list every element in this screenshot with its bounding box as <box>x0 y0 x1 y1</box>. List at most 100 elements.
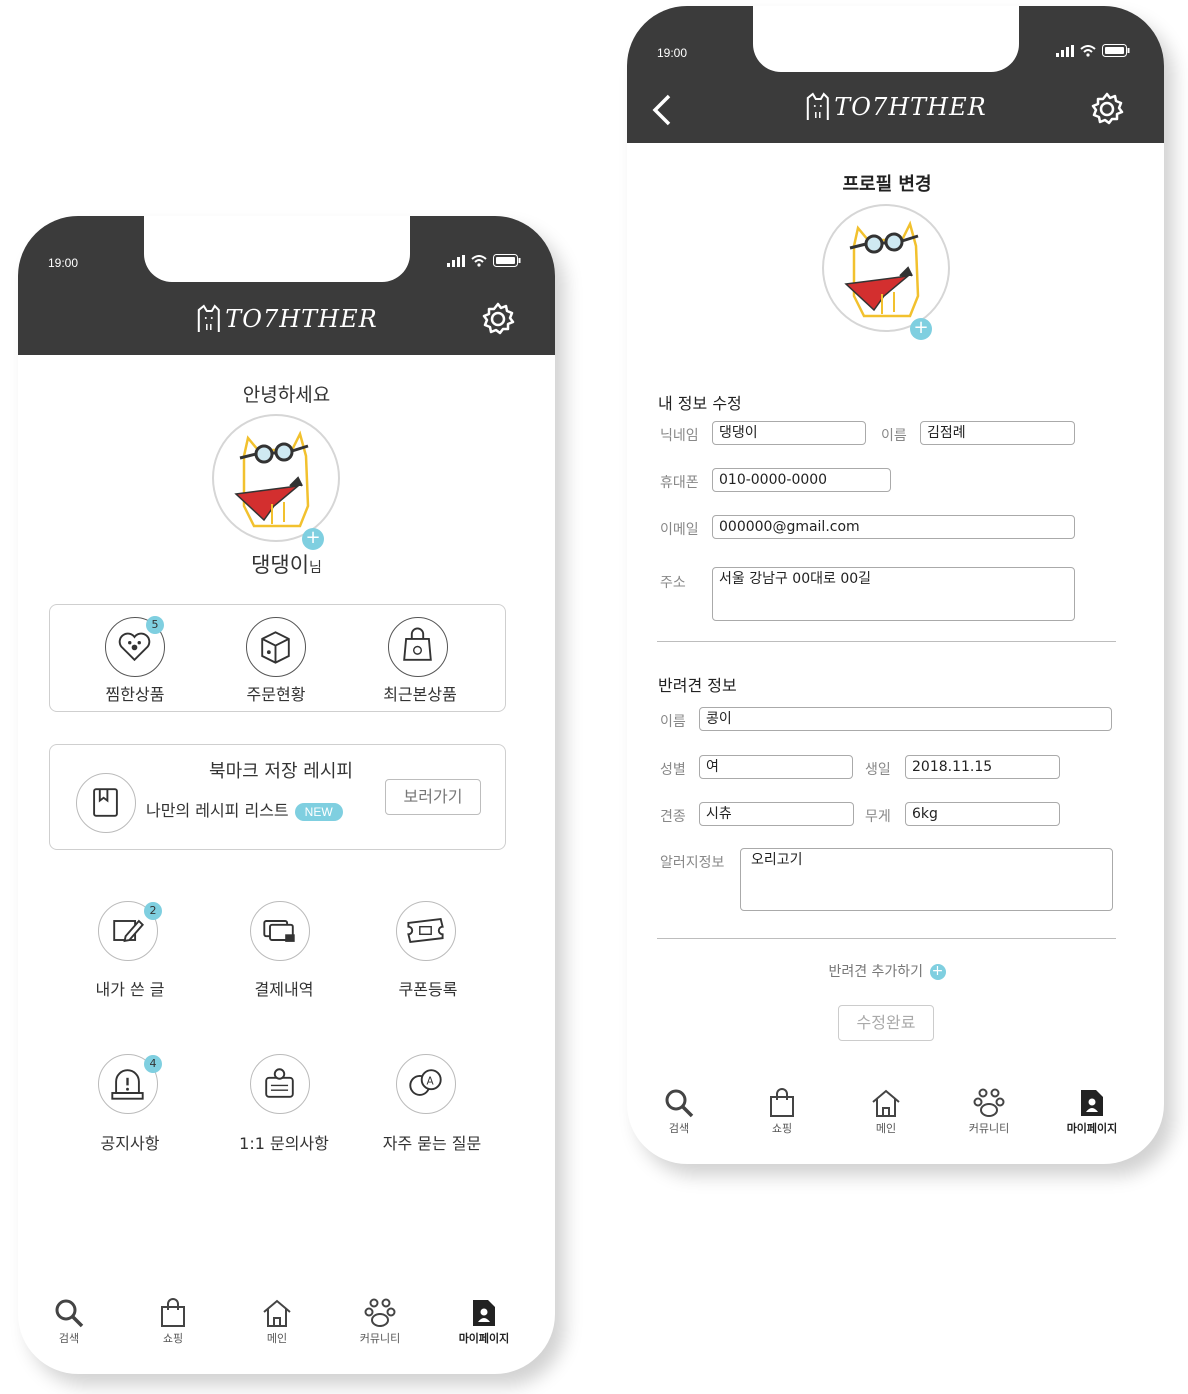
menu-label-faq: 자주 묻는 질문 <box>382 1134 482 1153</box>
logo-text: TO7HTHER <box>834 93 987 121</box>
gear-icon[interactable] <box>481 302 515 336</box>
profile-edit-screen: 19:00 TO7HTHER 프로필 변경 + 내 정보 수정 닉네임 댕댕이 … <box>627 6 1164 1164</box>
home-icon <box>872 1089 900 1117</box>
paw-icon <box>364 1298 396 1327</box>
section-divider <box>657 938 1116 939</box>
pet-name-field[interactable]: 콩이 <box>699 707 1112 731</box>
address-field[interactable]: 서울 강남구 00대로 00길 <box>712 567 1075 621</box>
pet-name-label: 이름 <box>660 714 686 730</box>
name-label: 이름 <box>881 428 907 444</box>
view-recipes-button[interactable]: 보러가기 <box>385 779 481 815</box>
tab-label-mypage: 마이페이지 <box>458 1332 510 1345</box>
birthday-label: 생일 <box>865 762 891 778</box>
tab-mypage[interactable]: 마이페이지 <box>1052 1088 1132 1136</box>
shopping-bag-icon <box>388 617 448 677</box>
avatar[interactable]: + <box>212 414 340 550</box>
profile-icon <box>473 1300 495 1326</box>
back-arrow-icon[interactable] <box>649 92 673 128</box>
my-info-section-title: 내 정보 수정 <box>658 394 742 413</box>
tab-label-search: 검색 <box>58 1332 80 1345</box>
signal-icon <box>1056 44 1074 57</box>
add-photo-icon[interactable]: + <box>910 318 932 340</box>
bookmark-subtitle-row: 나만의 레시피 리스트 NEW <box>146 797 343 821</box>
shopping-bag-icon <box>161 1298 185 1327</box>
notch <box>144 216 410 282</box>
quick-label-recent: 최근본상품 <box>383 685 457 704</box>
tab-label-shopping: 쇼핑 <box>771 1122 793 1135</box>
tab-community[interactable]: 커뮤니티 <box>949 1088 1029 1136</box>
app-logo[interactable]: TO7HTHER <box>804 92 986 122</box>
greeting: 안녕하세요 <box>242 384 331 406</box>
signal-icon <box>447 254 465 267</box>
tab-shopping[interactable]: 쇼핑 <box>742 1088 822 1136</box>
weight-field[interactable]: 6kg <box>905 802 1060 826</box>
wifi-icon <box>471 254 487 267</box>
tab-search[interactable]: 검색 <box>29 1298 109 1346</box>
dog-logo-icon <box>806 92 829 120</box>
nickname-suffix: 님 <box>309 560 322 576</box>
quick-label-wishlist: 찜한상품 <box>105 685 165 704</box>
app-logo[interactable]: TO7HTHER <box>195 304 377 334</box>
breed-label: 견종 <box>660 809 686 825</box>
quick-menu-card: 5 찜한상품 주문현황 최근본상품 <box>49 604 506 712</box>
birthday-field[interactable]: 2018.11.15 <box>905 755 1060 779</box>
name-field[interactable]: 김점례 <box>920 421 1075 445</box>
tab-label-mypage: 마이페이지 <box>1066 1122 1118 1135</box>
nickname-field[interactable]: 댕댕이 <box>712 421 866 445</box>
nickname-label: 닉네임 <box>660 428 699 444</box>
dog-avatar-illustration <box>844 220 920 318</box>
wifi-icon <box>1080 44 1096 57</box>
weight-label: 무게 <box>865 809 891 825</box>
tab-label-search: 검색 <box>668 1122 690 1135</box>
wishlist-count-badge: 5 <box>146 616 164 634</box>
dog-logo-icon <box>197 304 220 332</box>
menu-label-coupon: 쿠폰등록 <box>398 980 458 999</box>
header-bar: 19:00 TO7HTHER <box>627 6 1164 143</box>
new-badge: NEW <box>294 802 343 821</box>
pet-section-title: 반려견 정보 <box>658 676 737 695</box>
search-icon <box>55 1299 84 1328</box>
tab-mypage[interactable]: 마이페이지 <box>444 1298 524 1346</box>
gear-icon[interactable] <box>1090 92 1124 126</box>
avatar[interactable]: + <box>822 204 950 340</box>
bookmark-subtitle: 나만의 레시피 리스트 <box>146 801 289 820</box>
bottom-tab-bar: 검색 쇼핑 메인 커뮤니티 마이페이지 <box>627 1088 1164 1148</box>
tab-label-community: 커뮤니티 <box>968 1122 1010 1135</box>
search-icon <box>665 1089 694 1118</box>
section-divider <box>657 641 1116 642</box>
user-nickname: 댕댕이님 <box>18 549 555 579</box>
bookmark-recipe-card: 북마크 저장 레시피 나만의 레시피 리스트 NEW 보러가기 <box>49 744 506 850</box>
posts-count-badge: 2 <box>144 902 162 920</box>
faq-icon: A <box>396 1054 456 1114</box>
tab-label-home: 메인 <box>875 1122 897 1135</box>
allergy-field[interactable]: 오리고기 <box>740 848 1113 911</box>
menu-label-inquiry: 1:1 문의사항 <box>239 1134 329 1153</box>
gender-label: 성별 <box>660 762 686 778</box>
box-icon <box>246 617 306 677</box>
tab-home[interactable]: 메인 <box>846 1088 926 1136</box>
email-label: 이메일 <box>660 522 699 538</box>
phone-label: 휴대폰 <box>660 475 699 491</box>
add-pet-button[interactable]: 반려견 추가하기 + <box>627 961 1147 981</box>
submit-button[interactable]: 수정완료 <box>838 1005 934 1041</box>
status-icons <box>1056 44 1130 57</box>
add-circle-icon: + <box>929 964 946 980</box>
bottom-tab-bar: 검색 쇼핑 메인 커뮤니티 마이페이지 <box>18 1298 555 1358</box>
page-title: 프로필 변경 <box>842 174 932 195</box>
add-pet-label: 반려견 추가하기 <box>828 964 924 980</box>
breed-field[interactable]: 시츄 <box>699 802 854 826</box>
cards-lock-icon <box>250 901 310 961</box>
add-photo-icon[interactable]: + <box>302 528 324 550</box>
gender-field[interactable]: 여 <box>699 755 853 779</box>
tab-community[interactable]: 커뮤니티 <box>340 1298 420 1346</box>
tab-shopping[interactable]: 쇼핑 <box>133 1298 213 1346</box>
address-label: 주소 <box>660 575 686 591</box>
phone-field[interactable]: 010-0000-0000 <box>712 468 891 492</box>
quick-label-orders: 주문현황 <box>246 685 306 704</box>
tab-home[interactable]: 메인 <box>237 1298 317 1346</box>
email-field[interactable]: 000000@gmail.com <box>712 515 1075 539</box>
header-bar: 19:00 TO7HTHER <box>18 216 555 355</box>
ticket-icon <box>396 901 456 961</box>
tab-search[interactable]: 검색 <box>639 1088 719 1136</box>
tab-label-home: 메인 <box>266 1332 288 1345</box>
